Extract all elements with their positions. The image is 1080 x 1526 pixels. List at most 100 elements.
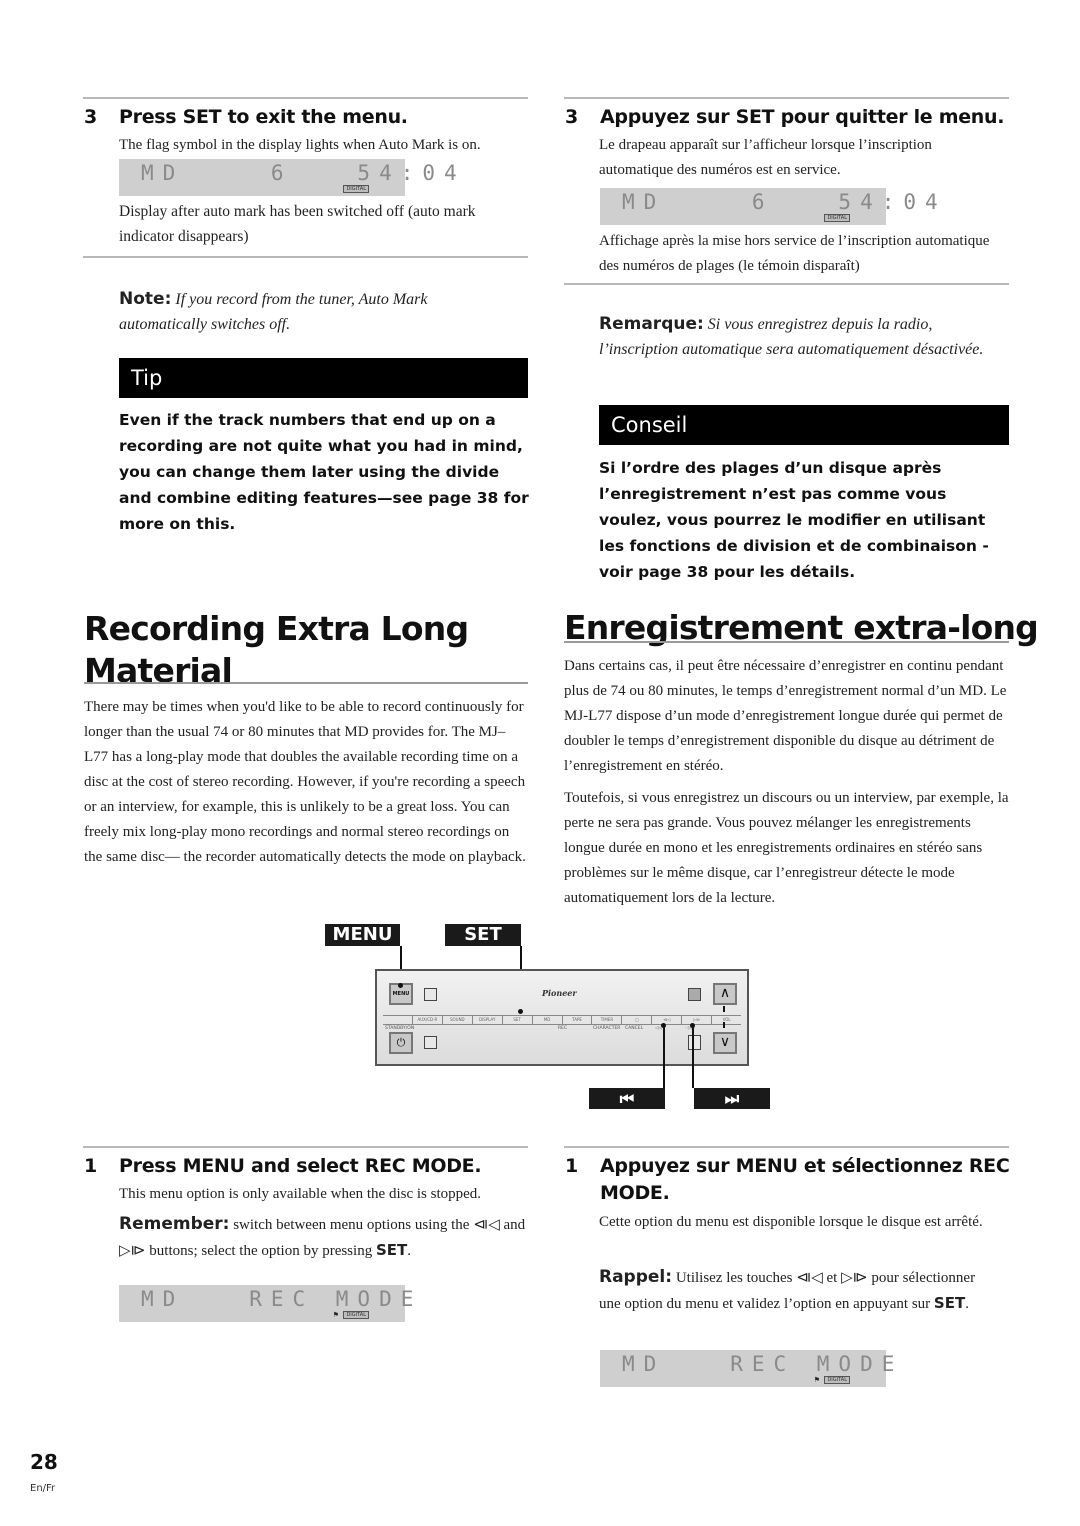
rappel-text: Utilisez les touches — [675, 1270, 793, 1286]
strip-label: DISPLAY — [473, 1016, 503, 1024]
prev-track-callout: ⏮ — [589, 1088, 665, 1109]
flag-icon: ⚑ — [332, 1311, 339, 1319]
period: . — [407, 1243, 411, 1259]
menu-leader-dot — [398, 983, 403, 988]
next-track-callout: ⏭ — [694, 1088, 770, 1109]
step-number: 1 — [565, 1155, 578, 1177]
next-symbol-icon: ▷⧐ — [841, 1270, 868, 1286]
step-title: Appuyez sur MENU et sélectionnez REC MOD… — [600, 1153, 1010, 1207]
set-callout: SET — [445, 924, 521, 946]
next-symbol-icon: ▷⧐ — [119, 1243, 146, 1259]
step-title: Appuyez sur SET pour quitter le menu. — [600, 106, 1005, 128]
prev-symbol-icon: ⧏◁ — [796, 1270, 823, 1286]
section-body: There may be times when you'd like to be… — [84, 699, 526, 865]
menu-button-label: MENU — [392, 991, 410, 997]
and-text: and — [503, 1217, 526, 1233]
section-title: Recording Extra Long Material — [84, 608, 529, 692]
function-label-strip: AUX/CD-R SOUND DISPLAY SET MD TAPE TIMER… — [383, 1015, 741, 1025]
menu-callout: MENU — [325, 924, 400, 946]
step-1-heading: 1 Press MENU and select REC MODE. — [84, 1153, 534, 1181]
cd-button[interactable] — [424, 988, 437, 1001]
tip-body: Even if the track numbers that end up on… — [119, 411, 529, 533]
step-3-caption: Display after auto mark has been switche… — [119, 203, 476, 245]
power-icon: ⏻ — [396, 1036, 406, 1049]
remember-note: Remember: switch between menu options us… — [119, 1212, 529, 1264]
section-title-fr: Enregistrement extra-long — [564, 608, 1039, 647]
step-3-heading: 3 Press SET to exit the menu. — [84, 104, 534, 132]
section-body-fr-2: Toutefois, si vous enregistrez un discou… — [564, 790, 1009, 906]
note-label: Note: — [119, 289, 172, 309]
tip-header-fr: Conseil — [599, 405, 1009, 445]
strip-label: ⧏◁ — [652, 1016, 683, 1024]
note-label: Remarque: — [599, 314, 704, 334]
and-text: et — [826, 1270, 838, 1286]
strip-label: MD — [533, 1016, 563, 1024]
step-1-heading-fr: 1 Appuyez sur MENU et sélectionnez REC M… — [565, 1153, 1015, 1209]
section-title-line1: Recording Extra Long — [84, 609, 469, 648]
tip-body-fr: Si l’ordre des plages d’un disque après … — [599, 459, 989, 581]
step-number: 3 — [565, 106, 578, 128]
lcd-rec-mode: MD REC MODE ⚑ DIGITAL — [119, 1285, 413, 1322]
strip-label: SET — [503, 1016, 533, 1024]
note: Note: If you record from the tuner, Auto… — [119, 287, 519, 337]
vol-indicator — [723, 1006, 725, 1012]
rappel-label: Rappel: — [599, 1267, 673, 1287]
remember-text: switch between menu options using the — [233, 1217, 470, 1233]
skip-back-icon: ⏮ — [619, 1089, 635, 1108]
rule-top-left — [83, 97, 528, 99]
rule-step1-fr — [564, 1146, 1009, 1148]
phones-button[interactable] — [688, 1035, 701, 1050]
cancel-label: CANCEL — [625, 1026, 644, 1031]
lcd-text: MD REC MODE — [141, 1287, 423, 1311]
rule-step1 — [83, 1146, 528, 1148]
step-3-description: The flag symbol in the display lights wh… — [119, 137, 481, 153]
section-title-underline-fr — [564, 641, 1009, 643]
strip-label — [383, 1016, 413, 1024]
strip-label: ▷⧐ — [682, 1016, 713, 1024]
volume-down-button[interactable]: ∨ — [713, 1032, 737, 1054]
tip-title: Tip — [131, 366, 163, 390]
vol-indicator — [723, 1022, 725, 1028]
section-title-line2: Material — [84, 651, 233, 690]
tip-title: Conseil — [611, 413, 688, 437]
digital-badge: DIGITAL — [824, 214, 850, 222]
timer-button[interactable] — [424, 1036, 437, 1049]
volume-up-button[interactable]: ∧ — [713, 983, 737, 1005]
lcd-display-fr: MD 6 54:04 DIGITAL — [600, 188, 938, 225]
lcd-text: MD 6 54:04 — [622, 190, 947, 214]
strip-label: SOUND — [443, 1016, 473, 1024]
step-title: Press SET to exit the menu. — [119, 106, 408, 128]
next-leader-line — [692, 1026, 694, 1088]
rappel-note: Rappel: Utilisez les touches ⧏◁ et ▷⧐ po… — [599, 1265, 984, 1317]
step-3-caption-fr: Affichage après la mise hors service de … — [599, 233, 990, 274]
step-3-heading-fr: 3 Appuyez sur SET pour quitter le menu. — [565, 104, 1015, 132]
page-number: 28 — [30, 1450, 58, 1474]
remember-label: Remember: — [119, 1214, 230, 1234]
lcd-display: MD 6 54:04 DIGITAL — [119, 159, 457, 196]
step-number: 3 — [84, 106, 97, 128]
flag-icon: ⚑ — [813, 1376, 820, 1384]
step-title-line2: MODE. — [600, 1182, 670, 1204]
strip-label: AUX/CD-R — [413, 1016, 443, 1024]
lcd-rec-mode-fr: MD REC MODE ⚑ DIGITAL — [600, 1350, 894, 1387]
strip-label: TIMER — [592, 1016, 623, 1024]
eject-button[interactable] — [688, 988, 701, 1001]
set-keyword: SET — [375, 1241, 408, 1259]
down-arrow-icon: ∨ — [719, 1034, 731, 1050]
rule-top-right — [564, 97, 1009, 99]
set-keyword: SET — [933, 1294, 966, 1312]
digital-badge: DIGITAL — [343, 185, 369, 193]
language-label: En/Fr — [30, 1483, 56, 1494]
rec-label: REC — [558, 1026, 568, 1031]
standby-label: STANDBY/ON — [385, 1026, 415, 1031]
section-title-underline — [84, 682, 528, 684]
note-fr: Remarque: Si vous enregistrez depuis la … — [599, 312, 989, 362]
standby-button[interactable]: ⏻ — [389, 1032, 413, 1054]
step-1-description: This menu option is only available when … — [119, 1186, 482, 1202]
strip-label: □ — [622, 1016, 653, 1024]
rule-divider — [83, 256, 528, 258]
set-leader-dot — [518, 1009, 523, 1014]
strip-label: TAPE — [563, 1016, 593, 1024]
step-1-description-fr: Cette option du menu est disponible lors… — [599, 1214, 983, 1230]
period: . — [965, 1296, 969, 1312]
